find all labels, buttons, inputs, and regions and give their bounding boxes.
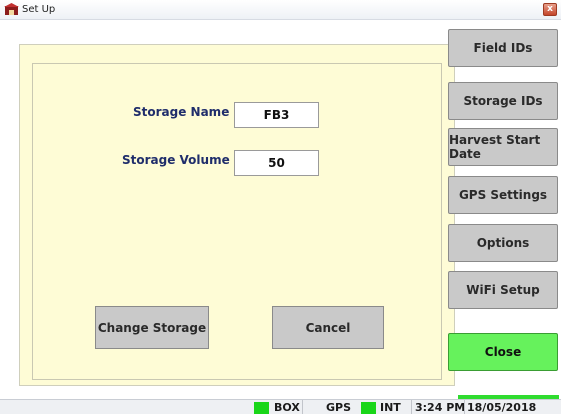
- close-button[interactable]: Close: [448, 333, 558, 371]
- box-status-label: BOX: [274, 401, 300, 414]
- window-close-icon[interactable]: x: [543, 3, 557, 16]
- storage-name-label: Storage Name: [133, 105, 230, 119]
- status-time: 3:24 PM: [415, 401, 466, 414]
- window-title: Set Up: [22, 4, 56, 15]
- storage-volume-field[interactable]: 50: [234, 150, 319, 176]
- int-status-label: INT: [380, 401, 401, 414]
- status-date: 18/05/2018: [467, 401, 537, 414]
- storage-name-field[interactable]: FB3: [234, 102, 319, 128]
- storage-ids-button[interactable]: Storage IDs: [448, 82, 558, 120]
- box-status-indicator: [254, 402, 269, 414]
- status-divider: [411, 400, 412, 414]
- wifi-setup-button[interactable]: WiFi Setup: [448, 271, 558, 309]
- options-button[interactable]: Options: [448, 224, 558, 262]
- gps-status-label: GPS: [326, 401, 352, 414]
- gps-settings-button[interactable]: GPS Settings: [448, 176, 558, 214]
- cancel-button[interactable]: Cancel: [272, 306, 384, 349]
- field-ids-button[interactable]: Field IDs: [448, 29, 558, 67]
- harvest-start-date-button[interactable]: Harvest Start Date: [448, 128, 558, 166]
- change-storage-button[interactable]: Change Storage: [95, 306, 209, 349]
- int-status-indicator: [361, 402, 376, 414]
- app-icon: [4, 3, 19, 15]
- title-bar: Set Up x: [0, 0, 561, 20]
- storage-volume-label: Storage Volume: [122, 153, 230, 167]
- status-divider: [302, 400, 303, 414]
- status-bar: BOX GPS INT 3:24 PM 18/05/2018: [0, 399, 561, 414]
- status-divider: [464, 400, 465, 414]
